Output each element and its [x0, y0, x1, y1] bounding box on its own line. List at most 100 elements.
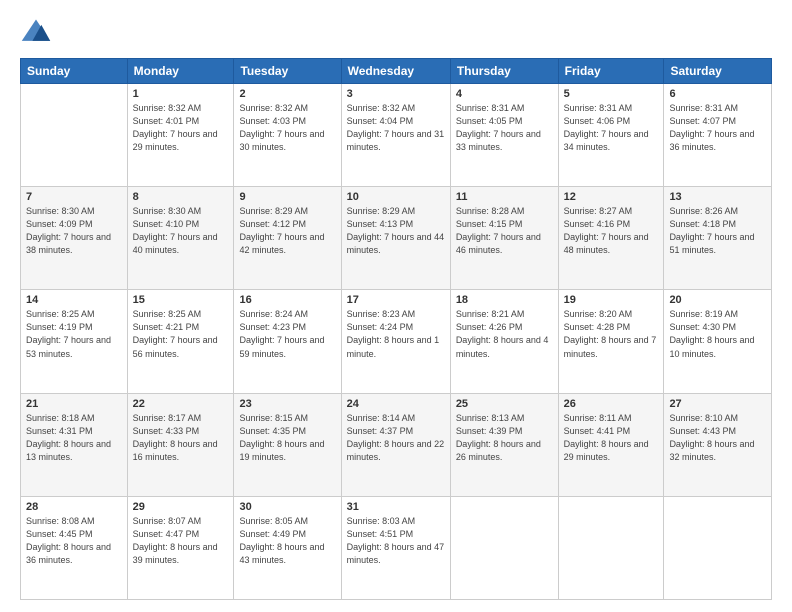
calendar-cell: 21 Sunrise: 8:18 AMSunset: 4:31 PMDayligh…	[21, 393, 128, 496]
page: SundayMondayTuesdayWednesdayThursdayFrid…	[0, 0, 792, 612]
weekday-header: Monday	[127, 59, 234, 84]
calendar-cell: 18Sunrise: 8:21 AMSunset: 4:26 PMDayligh…	[450, 290, 558, 393]
day-number: 29	[133, 501, 229, 513]
calendar-cell	[21, 84, 128, 187]
weekday-header: Wednesday	[341, 59, 450, 84]
day-info: Sunrise: 8:05 AMSunset: 4:49 PMDaylight:…	[239, 515, 335, 567]
day-number: 3	[347, 88, 445, 100]
day-number: 8	[133, 191, 229, 203]
day-info: Sunrise: 8:07 AMSunset: 4:47 PMDaylight:…	[133, 515, 229, 567]
weekday-header: Friday	[558, 59, 664, 84]
day-number: 4	[456, 88, 553, 100]
calendar-cell: 27 Sunrise: 8:10 AMSunset: 4:43 PMDayligh…	[664, 393, 772, 496]
calendar-cell	[558, 496, 664, 599]
calendar-cell: 26 Sunrise: 8:11 AMSunset: 4:41 PMDayligh…	[558, 393, 664, 496]
day-info: Sunrise: 8:18 AMSunset: 4:31 PMDaylight:…	[26, 412, 122, 464]
day-number: 19	[564, 294, 659, 306]
calendar-cell: 12 Sunrise: 8:27 AMSunset: 4:16 PMDayligh…	[558, 187, 664, 290]
calendar-cell: 23 Sunrise: 8:15 AMSunset: 4:35 PMDayligh…	[234, 393, 341, 496]
day-number: 12	[564, 191, 659, 203]
day-info: Sunrise: 8:31 AMSunset: 4:06 PMDaylight:…	[564, 102, 659, 154]
day-info: Sunrise: 8:29 AMSunset: 4:12 PMDaylight:…	[239, 205, 335, 257]
day-number: 21	[26, 398, 122, 410]
day-info: Sunrise: 8:08 AMSunset: 4:45 PMDaylight:…	[26, 515, 122, 567]
calendar-cell: 28 Sunrise: 8:08 AMSunset: 4:45 PMDayligh…	[21, 496, 128, 599]
day-number: 5	[564, 88, 659, 100]
day-number: 20	[669, 294, 766, 306]
calendar-cell: 25Sunrise: 8:13 AMSunset: 4:39 PMDayligh…	[450, 393, 558, 496]
calendar-cell: 31 Sunrise: 8:03 AMSunset: 4:51 PMDayligh…	[341, 496, 450, 599]
day-number: 23	[239, 398, 335, 410]
day-number: 27	[669, 398, 766, 410]
day-info: Sunrise: 8:24 AMSunset: 4:23 PMDaylight:…	[239, 308, 335, 360]
calendar-cell: 22 Sunrise: 8:17 AMSunset: 4:33 PMDayligh…	[127, 393, 234, 496]
calendar-week-row: 21 Sunrise: 8:18 AMSunset: 4:31 PMDayligh…	[21, 393, 772, 496]
calendar-week-row: 7 Sunrise: 8:30 AMSunset: 4:09 PMDaylight…	[21, 187, 772, 290]
day-number: 7	[26, 191, 122, 203]
calendar-cell	[664, 496, 772, 599]
calendar-cell: 11 Sunrise: 8:28 AMSunset: 4:15 PMDayligh…	[450, 187, 558, 290]
calendar-table: SundayMondayTuesdayWednesdayThursdayFrid…	[20, 58, 772, 600]
calendar-cell: 5 Sunrise: 8:31 AMSunset: 4:06 PMDaylight…	[558, 84, 664, 187]
calendar-cell: 6Sunrise: 8:31 AMSunset: 4:07 PMDaylight…	[664, 84, 772, 187]
calendar-cell: 2 Sunrise: 8:32 AMSunset: 4:03 PMDaylight…	[234, 84, 341, 187]
day-number: 9	[239, 191, 335, 203]
day-number: 10	[347, 191, 445, 203]
day-info: Sunrise: 8:10 AMSunset: 4:43 PMDaylight:…	[669, 412, 766, 464]
weekday-header: Saturday	[664, 59, 772, 84]
day-number: 17	[347, 294, 445, 306]
calendar-cell: 7 Sunrise: 8:30 AMSunset: 4:09 PMDaylight…	[21, 187, 128, 290]
day-info: Sunrise: 8:17 AMSunset: 4:33 PMDaylight:…	[133, 412, 229, 464]
calendar-cell: 30Sunrise: 8:05 AMSunset: 4:49 PMDayligh…	[234, 496, 341, 599]
calendar-cell: 19 Sunrise: 8:20 AMSunset: 4:28 PMDayligh…	[558, 290, 664, 393]
day-number: 1	[133, 88, 229, 100]
calendar-header: SundayMondayTuesdayWednesdayThursdayFrid…	[21, 59, 772, 84]
day-info: Sunrise: 8:30 AMSunset: 4:09 PMDaylight:…	[26, 205, 122, 257]
day-info: Sunrise: 8:03 AMSunset: 4:51 PMDaylight:…	[347, 515, 445, 567]
day-info: Sunrise: 8:20 AMSunset: 4:28 PMDaylight:…	[564, 308, 659, 360]
day-info: Sunrise: 8:19 AMSunset: 4:30 PMDaylight:…	[669, 308, 766, 360]
day-number: 14	[26, 294, 122, 306]
calendar-cell: 1Sunrise: 8:32 AMSunset: 4:01 PMDaylight…	[127, 84, 234, 187]
day-number: 31	[347, 501, 445, 513]
weekday-header: Sunday	[21, 59, 128, 84]
day-info: Sunrise: 8:32 AMSunset: 4:03 PMDaylight:…	[239, 102, 335, 154]
calendar-cell: 9 Sunrise: 8:29 AMSunset: 4:12 PMDaylight…	[234, 187, 341, 290]
calendar-cell: 14Sunrise: 8:25 AMSunset: 4:19 PMDayligh…	[21, 290, 128, 393]
logo-icon	[20, 16, 52, 48]
day-number: 16	[239, 294, 335, 306]
day-info: Sunrise: 8:11 AMSunset: 4:41 PMDaylight:…	[564, 412, 659, 464]
calendar-cell: 29 Sunrise: 8:07 AMSunset: 4:47 PMDayligh…	[127, 496, 234, 599]
day-info: Sunrise: 8:27 AMSunset: 4:16 PMDaylight:…	[564, 205, 659, 257]
day-number: 11	[456, 191, 553, 203]
calendar-week-row: 1Sunrise: 8:32 AMSunset: 4:01 PMDaylight…	[21, 84, 772, 187]
weekday-header: Tuesday	[234, 59, 341, 84]
logo	[20, 16, 56, 48]
calendar-cell: 8 Sunrise: 8:30 AMSunset: 4:10 PMDaylight…	[127, 187, 234, 290]
day-number: 15	[133, 294, 229, 306]
calendar-cell	[450, 496, 558, 599]
day-number: 26	[564, 398, 659, 410]
calendar-cell: 15 Sunrise: 8:25 AMSunset: 4:21 PMDayligh…	[127, 290, 234, 393]
calendar-cell: 10 Sunrise: 8:29 AMSunset: 4:13 PMDayligh…	[341, 187, 450, 290]
day-info: Sunrise: 8:14 AMSunset: 4:37 PMDaylight:…	[347, 412, 445, 464]
day-info: Sunrise: 8:29 AMSunset: 4:13 PMDaylight:…	[347, 205, 445, 257]
weekday-header: Thursday	[450, 59, 558, 84]
day-number: 22	[133, 398, 229, 410]
day-info: Sunrise: 8:15 AMSunset: 4:35 PMDaylight:…	[239, 412, 335, 464]
day-info: Sunrise: 8:25 AMSunset: 4:21 PMDaylight:…	[133, 308, 229, 360]
day-number: 24	[347, 398, 445, 410]
weekday-row: SundayMondayTuesdayWednesdayThursdayFrid…	[21, 59, 772, 84]
day-info: Sunrise: 8:28 AMSunset: 4:15 PMDaylight:…	[456, 205, 553, 257]
day-info: Sunrise: 8:30 AMSunset: 4:10 PMDaylight:…	[133, 205, 229, 257]
day-info: Sunrise: 8:23 AMSunset: 4:24 PMDaylight:…	[347, 308, 445, 360]
day-number: 28	[26, 501, 122, 513]
day-number: 2	[239, 88, 335, 100]
calendar-week-row: 28 Sunrise: 8:08 AMSunset: 4:45 PMDayligh…	[21, 496, 772, 599]
day-info: Sunrise: 8:31 AMSunset: 4:05 PMDaylight:…	[456, 102, 553, 154]
day-number: 25	[456, 398, 553, 410]
calendar-cell: 3Sunrise: 8:32 AMSunset: 4:04 PMDaylight…	[341, 84, 450, 187]
calendar-cell: 20 Sunrise: 8:19 AMSunset: 4:30 PMDayligh…	[664, 290, 772, 393]
calendar-week-row: 14Sunrise: 8:25 AMSunset: 4:19 PMDayligh…	[21, 290, 772, 393]
day-number: 6	[669, 88, 766, 100]
